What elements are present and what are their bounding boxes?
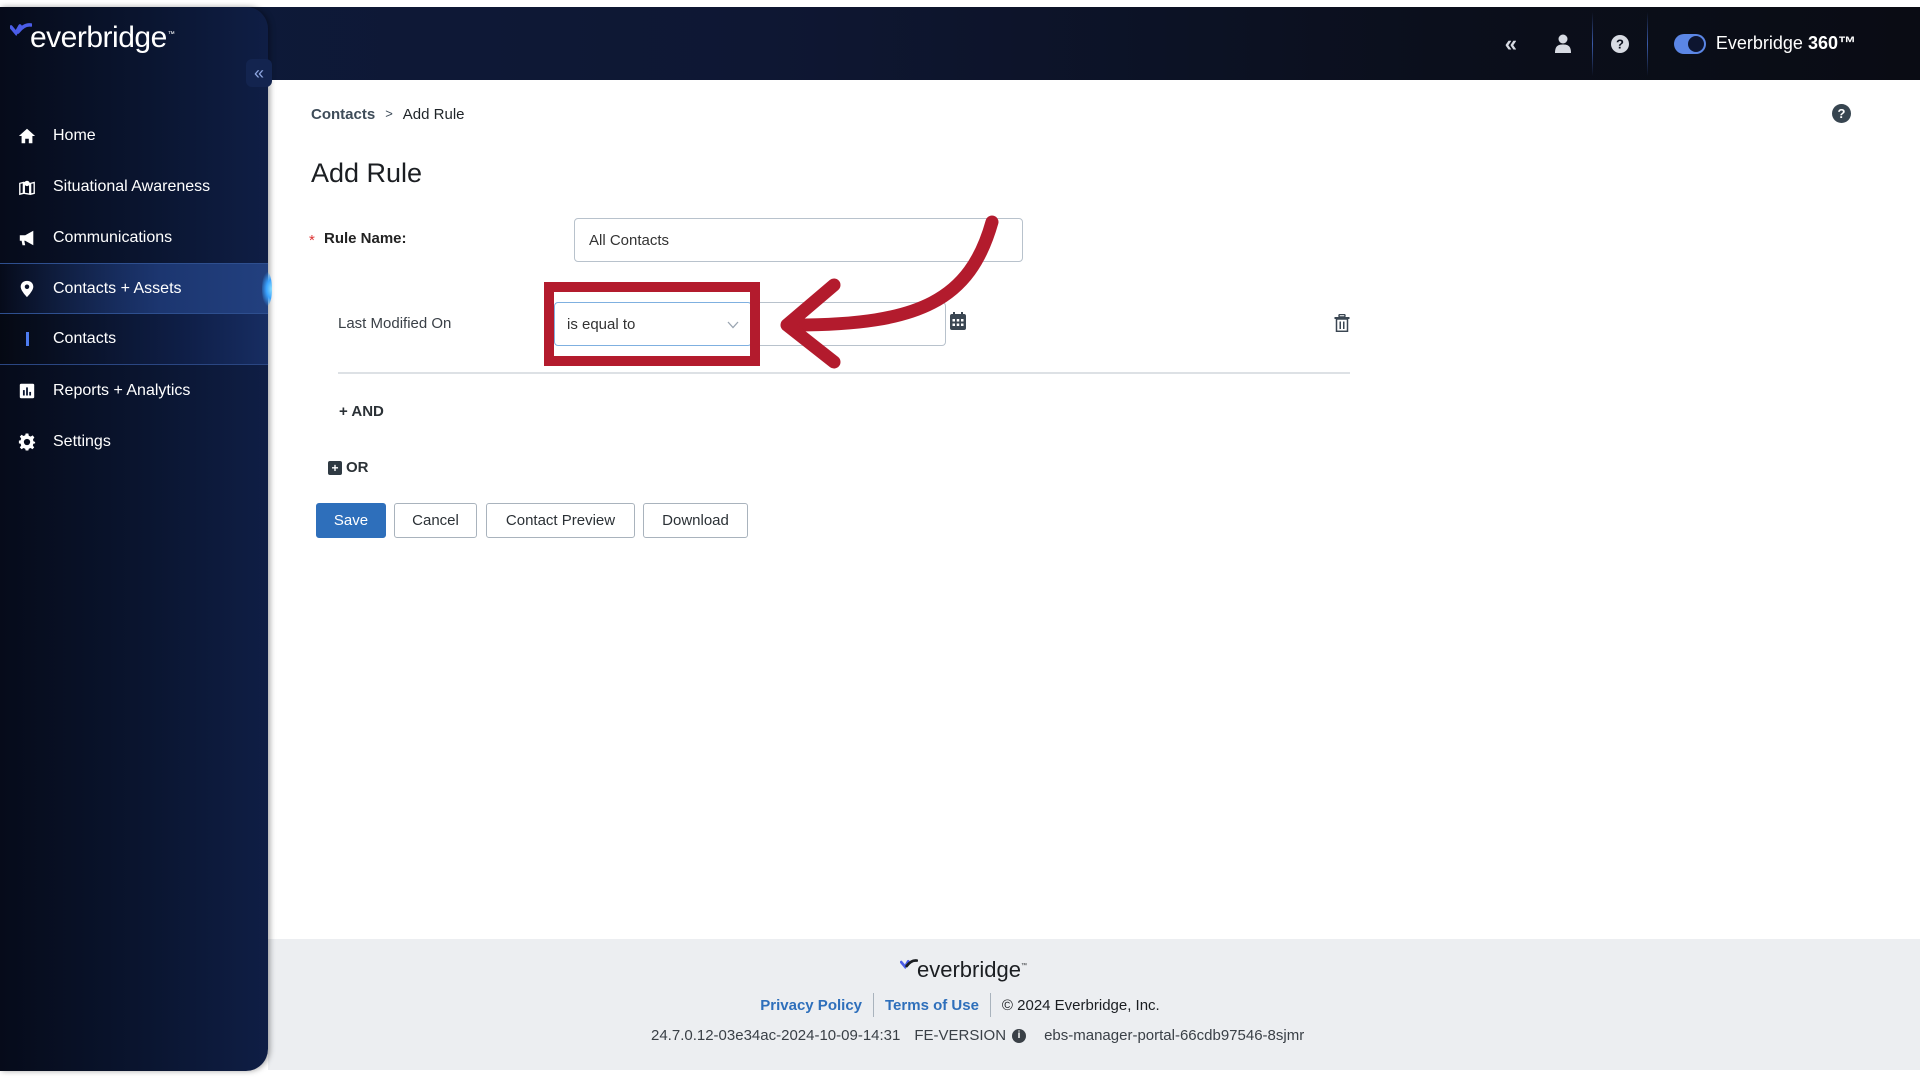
logo-check-icon [10, 23, 32, 37]
top-strip [0, 0, 1920, 7]
sidebar-item-label: Communications [53, 228, 173, 246]
sidebar-item-situational-awareness[interactable]: Situational Awareness [0, 161, 268, 212]
sidebar: everbridge ™ Home Situational Awareness C… [0, 7, 272, 1071]
sidebar-item-label: Situational Awareness [53, 177, 211, 195]
chevron-down-icon [727, 317, 739, 332]
save-button[interactable]: Save [316, 503, 386, 538]
sidebar-item-contacts-assets[interactable]: Contacts + Assets [0, 263, 272, 314]
pod-name: ebs-manager-portal-66cdb97546-8sjmr [1044, 1027, 1305, 1044]
build-version: 24.7.0.12-03e34ac-2024-10-09-14:31 [651, 1027, 901, 1044]
terms-of-use-link[interactable]: Terms of Use [885, 997, 979, 1014]
fe-version-label: FE-VERSION [914, 1027, 1007, 1044]
collapse-double-chevron-icon[interactable]: « [1488, 31, 1534, 57]
sidebar-item-label: Settings [53, 432, 111, 450]
sidebar-nav: Home Situational Awareness Communication… [0, 110, 272, 467]
privacy-policy-link[interactable]: Privacy Policy [760, 997, 862, 1014]
page-title: Add Rule [311, 158, 423, 188]
footer-logo-check-icon [900, 959, 918, 970]
sidebar-item-label: Home [53, 126, 96, 144]
everbridge-360-toggle[interactable] [1673, 33, 1706, 54]
add-and-condition-button[interactable]: + AND [339, 403, 384, 420]
gear-icon [0, 432, 53, 451]
sidebar-item-settings[interactable]: Settings [0, 416, 268, 467]
collapse-chevron-icon: « [253, 62, 264, 83]
logo-text: everbridge [30, 21, 167, 54]
breadcrumb-separator: > [385, 106, 393, 121]
sidebar-collapse-button[interactable]: « [246, 59, 272, 87]
sidebar-item-home[interactable]: Home [0, 110, 268, 161]
or-label: OR [346, 459, 369, 476]
required-asterisk: * [309, 232, 315, 249]
footer-separator [873, 993, 874, 1017]
sidebar-item-communications[interactable]: Communications [0, 212, 268, 263]
breadcrumb-contacts-link[interactable]: Contacts [311, 106, 375, 123]
selected-indicator [26, 332, 29, 346]
plus-square-icon: + [328, 460, 342, 475]
rule-name-input[interactable] [574, 218, 1023, 262]
condition-field-label: Last Modified On [338, 315, 452, 332]
contact-preview-button[interactable]: Contact Preview [486, 503, 635, 538]
sidebar-item-label: Contacts [53, 330, 117, 347]
header-separator [1646, 11, 1648, 76]
rule-name-label: Rule Name: [324, 230, 407, 247]
operator-select[interactable]: is equal to [554, 302, 752, 346]
footer-version-info: 24.7.0.12-03e34ac-2024-10-09-14:31 FE-VE… [651, 1027, 1304, 1044]
footer-logo: everbridge ™ [900, 957, 1027, 983]
footer-logo-text: everbridge [917, 957, 1021, 982]
date-value-input[interactable] [751, 302, 946, 346]
calendar-icon[interactable] [950, 312, 966, 335]
location-pin-icon [0, 280, 53, 298]
bottom-strip [0, 1071, 1920, 1080]
product-name: Everbridge 360™ [1715, 33, 1856, 53]
breadcrumb: Contacts > Add Rule [311, 106, 465, 123]
map-pin-icon [0, 178, 53, 196]
footer-links: Privacy Policy Terms of Use © 2024 Everb… [0, 993, 1920, 1017]
user-icon[interactable] [1534, 34, 1592, 54]
trash-icon[interactable] [1334, 313, 1350, 337]
download-button[interactable]: Download [643, 503, 748, 538]
everbridge-logo[interactable]: everbridge ™ [10, 21, 175, 55]
sidebar-item-label: Contacts + Assets [53, 279, 182, 297]
sidebar-item-label: Reports + Analytics [53, 381, 191, 399]
megaphone-icon [0, 229, 53, 247]
page-help-icon[interactable]: ? [1832, 104, 1851, 123]
copyright-text: © 2024 Everbridge, Inc. [1001, 996, 1160, 1014]
svg-text:?: ? [1616, 36, 1624, 51]
bar-chart-icon [0, 382, 53, 400]
breadcrumb-current: Add Rule [402, 106, 465, 123]
sidebar-subitem-contacts[interactable]: Contacts [0, 314, 268, 365]
operator-select-value: is equal to [567, 315, 636, 333]
cancel-button[interactable]: Cancel [394, 503, 477, 538]
add-or-group-button[interactable]: + OR [328, 459, 369, 476]
info-icon[interactable]: i [1012, 1028, 1027, 1043]
help-icon[interactable]: ? [1593, 34, 1647, 54]
footer-separator [989, 993, 991, 1017]
condition-divider [338, 372, 1350, 374]
header-right-controls: « ? Everbridge 360™ [1488, 7, 1920, 80]
home-icon [0, 127, 53, 145]
sidebar-item-reports-analytics[interactable]: Reports + Analytics [0, 365, 268, 416]
